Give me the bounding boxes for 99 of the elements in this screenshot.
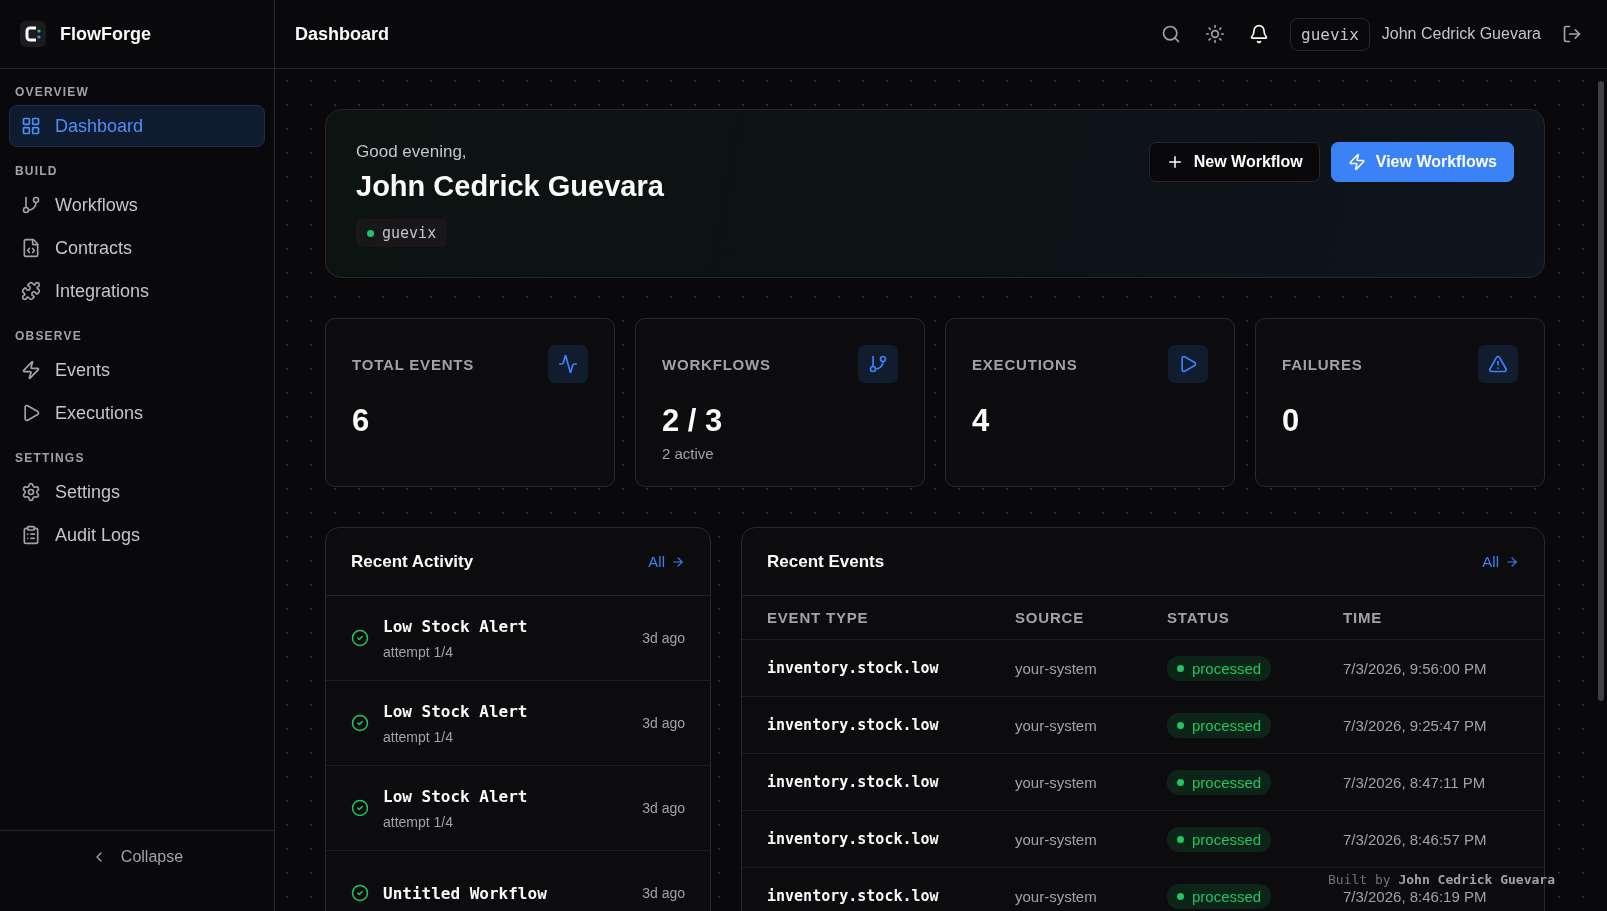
nav-item[interactable]: Integrations <box>9 270 265 312</box>
branch-icon <box>21 195 41 215</box>
stat-label: FAILURES <box>1282 356 1363 373</box>
stat-label: TOTAL EVENTS <box>352 356 475 373</box>
column-header: STATUS <box>1167 609 1231 626</box>
user-name: John Cedrick Guevara <box>1381 25 1541 43</box>
file-code-icon <box>21 238 41 258</box>
username-badge: guevix <box>1290 17 1370 51</box>
column-header: SOURCE <box>1015 609 1085 626</box>
stat-label: EXECUTIONS <box>972 356 1078 373</box>
section-title: OBSERVE <box>14 328 83 345</box>
activity-row[interactable]: Low Stock Alert attempt 1/4 3d ago <box>326 596 710 681</box>
logo-icon <box>20 21 46 47</box>
event-type-cell-text: inventory.stock.low <box>767 773 940 791</box>
nav-item[interactable]: Dashboard <box>9 105 265 147</box>
event-type-cell-text: inventory.stock.low <box>767 716 940 734</box>
check-circle-icon <box>351 799 369 817</box>
section-title: OVERVIEW <box>14 85 91 101</box>
new-workflow-button[interactable]: New Workflow <box>1148 142 1320 182</box>
stat-value: 2 / 3 <box>662 403 724 439</box>
event-type-cell-text: inventory.stock.low <box>767 887 940 905</box>
activity-row[interactable]: Untitled Workflow 3d ago <box>326 851 710 911</box>
event-type-cell-text: inventory.stock.low <box>767 659 940 677</box>
settings-icon <box>21 482 41 502</box>
nav-item[interactable]: Workflows <box>9 184 265 226</box>
activity-name: Low Stock Alert <box>383 616 529 636</box>
scrollbar-thumb[interactable] <box>1598 81 1604 701</box>
collapse-button[interactable]: Collapse <box>84 847 190 867</box>
activity-row[interactable]: Low Stock Alert attempt 1/4 3d ago <box>326 766 710 851</box>
handle-badge: guevix <box>356 219 448 247</box>
credit-text: Built by John Cedrick Guevara <box>1328 872 1555 887</box>
activity-name: Untitled Workflow <box>383 883 548 903</box>
activity-time: 3d ago <box>642 885 685 901</box>
nav-item[interactable]: Events <box>9 349 265 391</box>
nav-item[interactable]: Audit Logs <box>9 514 265 556</box>
play-icon <box>1178 354 1198 374</box>
event-type-cell-text: inventory.stock.low <box>767 830 940 848</box>
status-badge: processed <box>1167 655 1272 681</box>
time-cell-text: 7/3/2026, 9:25:47 PM <box>1343 716 1488 734</box>
status-badge: processed <box>1167 826 1272 852</box>
time-cell-text: 7/3/2026, 8:46:19 PM <box>1343 887 1488 905</box>
panel-title: Recent Events <box>767 551 885 572</box>
activity-name: Low Stock Alert <box>383 701 529 721</box>
source-cell-text: your-system <box>1015 887 1098 905</box>
activity-name: Low Stock Alert <box>383 786 529 806</box>
page-title: Dashboard <box>295 23 391 45</box>
status-badge: processed <box>1167 712 1272 738</box>
status-badge: processed <box>1167 769 1272 795</box>
nav-item[interactable]: Contracts <box>9 227 265 269</box>
check-circle-icon <box>351 884 369 902</box>
status-badge: processed <box>1167 883 1272 909</box>
brand-name: FlowForge <box>60 23 151 45</box>
activity-row[interactable]: Low Stock Alert attempt 1/4 3d ago <box>326 681 710 766</box>
all-link[interactable]: All <box>1482 553 1519 570</box>
source-cell-text: your-system <box>1015 716 1098 734</box>
time-cell-text: 7/3/2026, 8:47:11 PM <box>1343 773 1487 791</box>
activity-time: 3d ago <box>642 630 685 646</box>
branch-icon <box>868 354 888 374</box>
lightning-icon <box>1347 153 1366 171</box>
activity-meta: attempt 1/4 <box>383 728 455 745</box>
activity-meta: attempt 1/4 <box>383 813 455 830</box>
search-icon <box>1161 24 1181 44</box>
panel-title: Recent Activity <box>351 551 474 572</box>
source-cell-text: your-system <box>1015 773 1098 791</box>
check-circle-icon <box>351 714 369 732</box>
activity-time: 3d ago <box>642 715 685 731</box>
column-header: TIME <box>1343 609 1384 626</box>
arrow-right-icon <box>671 554 685 569</box>
activity-time: 3d ago <box>642 800 685 816</box>
check-circle-icon <box>351 629 369 647</box>
sun-icon <box>1205 24 1225 44</box>
bell-icon <box>1249 24 1269 44</box>
warning-icon <box>1488 354 1508 374</box>
time-cell-text: 7/3/2026, 9:56:00 PM <box>1343 659 1488 677</box>
puzzle-icon <box>21 281 41 301</box>
activity-meta: attempt 1/4 <box>383 643 455 660</box>
nav-item[interactable]: Executions <box>9 392 265 434</box>
pulse-icon <box>558 354 578 374</box>
greeting: Good evening, <box>356 142 467 162</box>
welcome-name: John Cedrick Guevara <box>356 170 664 203</box>
stat-subtext: 2 active <box>662 445 715 462</box>
nav-item[interactable]: Settings <box>9 471 265 513</box>
view-workflows-button[interactable]: View Workflows <box>1330 142 1514 182</box>
time-cell-text: 7/3/2026, 8:46:57 PM <box>1343 830 1488 848</box>
stat-value: 6 <box>352 403 371 439</box>
grid-icon <box>21 116 41 136</box>
stat-value: 4 <box>972 403 991 439</box>
all-link[interactable]: All <box>648 553 685 570</box>
stat-value: 0 <box>1282 403 1301 439</box>
section-title: SETTINGS <box>14 450 86 467</box>
column-header: EVENT TYPE <box>767 609 870 626</box>
play-icon <box>21 403 41 423</box>
source-cell-text: your-system <box>1015 830 1098 848</box>
logout-icon <box>1562 24 1582 44</box>
section-title: BUILD <box>14 163 59 180</box>
stat-label: WORKFLOWS <box>662 356 771 373</box>
lightning-icon <box>21 360 41 380</box>
source-cell-text: your-system <box>1015 659 1098 677</box>
clipboard-icon <box>21 525 41 545</box>
